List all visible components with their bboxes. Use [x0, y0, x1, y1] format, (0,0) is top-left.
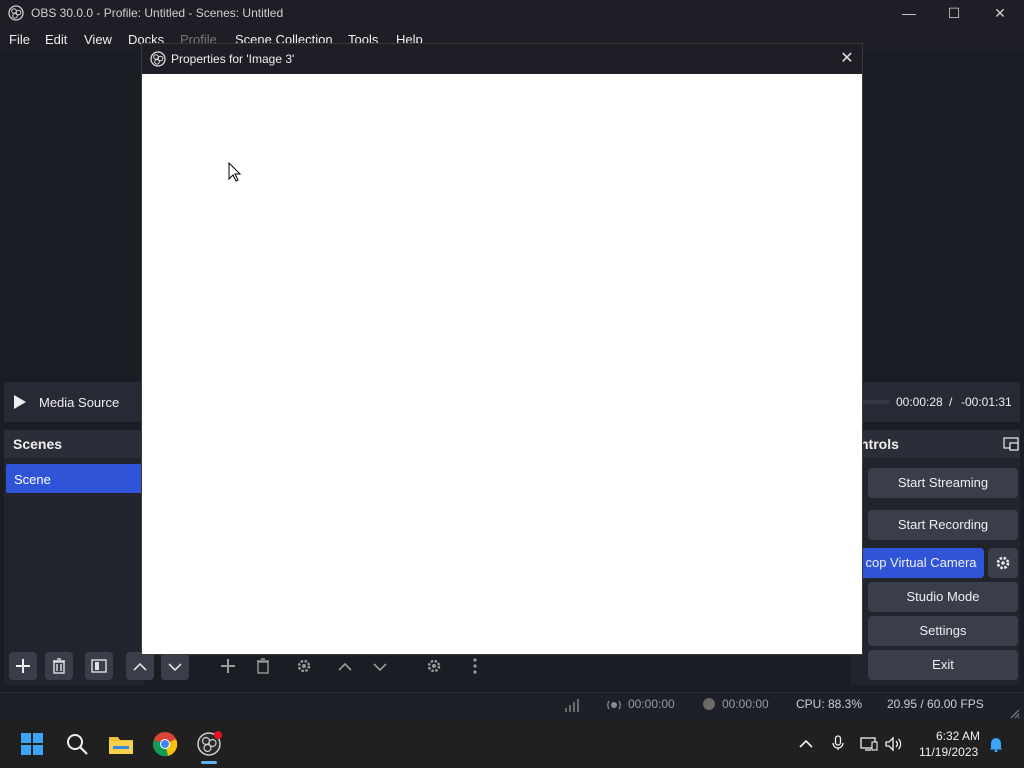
stream-time: 00:00:00	[628, 697, 675, 711]
more-options-icon[interactable]	[461, 652, 489, 680]
scenes-title: Scenes	[13, 436, 63, 452]
mixer-settings-gear-icon[interactable]	[420, 652, 448, 680]
remove-scene-trash-icon[interactable]	[45, 652, 73, 680]
close-button[interactable]: ✕	[977, 0, 1023, 28]
chrome-icon[interactable]	[152, 731, 178, 757]
window-title-bar: OBS 30.0.0 - Profile: Untitled - Scenes:…	[0, 0, 1024, 28]
record-time: 00:00:00	[722, 697, 769, 711]
clock-time[interactable]: 6:32 AM	[936, 729, 980, 743]
move-scene-down-icon[interactable]	[161, 652, 189, 680]
media-source-name: Media Source	[39, 395, 120, 410]
media-seek-bar[interactable]	[862, 400, 890, 404]
minimize-button[interactable]: —	[886, 0, 932, 28]
volume-icon[interactable]	[885, 736, 903, 752]
dialog-title-bar: Properties for 'Image 3'	[142, 44, 862, 74]
maximize-button[interactable]: ☐	[931, 0, 977, 28]
media-time-remaining: -00:01:31	[961, 395, 1012, 409]
dialog-close-button[interactable]: ✕	[832, 44, 862, 74]
studio-mode-button[interactable]: Studio Mode	[868, 582, 1018, 612]
stream-status-icon	[607, 698, 621, 712]
network-icon[interactable]	[860, 736, 878, 752]
windows-start-icon[interactable]	[20, 732, 44, 756]
settings-button[interactable]: Settings	[868, 616, 1018, 646]
file-explorer-icon[interactable]	[108, 732, 134, 756]
scene-item-label: Scene	[14, 472, 51, 487]
properties-dialog	[142, 44, 862, 654]
obs-taskbar-icon[interactable]	[196, 731, 222, 757]
fps-readout: 20.95 / 60.00 FPS	[887, 697, 984, 711]
move-scene-up-icon[interactable]	[126, 652, 154, 680]
obs-logo-icon	[8, 5, 24, 21]
scene-filters-icon[interactable]	[85, 652, 113, 680]
source-properties-gear-icon[interactable]	[290, 652, 318, 680]
play-icon[interactable]	[12, 394, 28, 410]
obs-logo-icon	[150, 51, 166, 67]
notifications-bell-icon[interactable]	[988, 736, 1004, 753]
controls-title: ntrols	[860, 436, 899, 452]
virtual-camera-settings-gear-icon[interactable]	[988, 548, 1018, 578]
dock-undock-icon[interactable]	[1003, 437, 1019, 451]
move-source-down-icon[interactable]	[366, 652, 394, 680]
media-time-separator: /	[949, 395, 953, 409]
media-time-current: 00:00:28	[896, 395, 943, 409]
record-status-icon	[702, 697, 716, 711]
add-source-button[interactable]	[214, 652, 242, 680]
remove-source-trash-icon[interactable]	[249, 652, 277, 680]
move-source-up-icon[interactable]	[331, 652, 359, 680]
stop-virtual-camera-button[interactable]: cop Virtual Camera	[858, 548, 984, 578]
cpu-usage: CPU: 88.3%	[796, 697, 863, 711]
add-scene-button[interactable]	[9, 652, 37, 680]
menu-file[interactable]: File	[9, 32, 30, 47]
active-app-indicator	[201, 761, 217, 764]
exit-button[interactable]: Exit	[868, 650, 1018, 680]
menu-view[interactable]: View	[84, 32, 112, 47]
window-title: OBS 30.0.0 - Profile: Untitled - Scenes:…	[31, 6, 284, 20]
start-recording-button[interactable]: Start Recording	[868, 510, 1018, 540]
clock-date[interactable]: 11/19/2023	[919, 745, 978, 759]
dialog-title: Properties for 'Image 3'	[171, 52, 295, 66]
microphone-icon[interactable]	[832, 735, 844, 751]
show-hidden-icons-chevron-icon[interactable]	[799, 737, 813, 749]
menu-edit[interactable]: Edit	[45, 32, 67, 47]
network-signal-icon	[564, 698, 580, 712]
mouse-cursor-icon	[228, 161, 242, 182]
search-icon[interactable]	[65, 732, 89, 756]
resize-grip-icon[interactable]	[1010, 706, 1020, 719]
start-streaming-button[interactable]: Start Streaming	[868, 468, 1018, 498]
status-bar	[0, 692, 1024, 719]
